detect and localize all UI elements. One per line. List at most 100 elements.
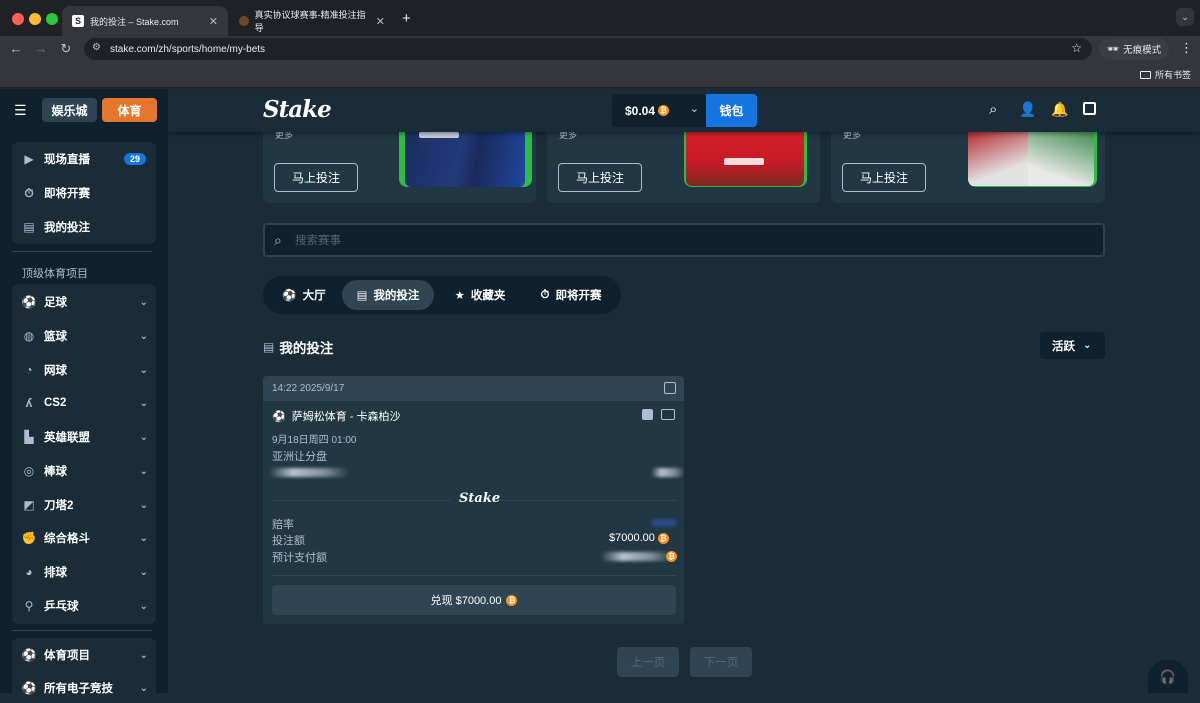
sidebar-item-sports[interactable]: ⚽ 体育项目 ⌄: [12, 640, 156, 670]
incognito-badge[interactable]: 🕶 无痕模式: [1099, 38, 1170, 60]
table-tennis-icon: ⚲: [24, 599, 34, 613]
notification-bell-icon[interactable]: 🔔: [1051, 101, 1068, 118]
close-tab-icon[interactable]: ✕: [209, 15, 218, 28]
sidebar-item-my-bets[interactable]: ▤ 我的投注: [12, 212, 156, 242]
bet-now-button[interactable]: 马上投注: [842, 163, 926, 192]
folder-icon: [1140, 70, 1151, 79]
bet-card[interactable]: 14:22 2025/9/17 ⚽ 萨姆松体育 - 卡森柏沙 9月18日周四 0…: [263, 376, 684, 624]
user-icon[interactable]: 👤: [1019, 101, 1036, 118]
tab-search-icon[interactable]: ⌄: [1176, 8, 1194, 26]
search-input[interactable]: ⌕ 搜索赛事: [263, 223, 1105, 257]
site-settings-icon[interactable]: ⚙: [92, 42, 101, 53]
sidebar-item-table-tennis[interactable]: ⚲ 乒乓球 ⌄: [12, 591, 156, 621]
sidebar-item-lol[interactable]: ▙ 英雄联盟 ⌄: [12, 422, 156, 452]
stats-icon[interactable]: [642, 409, 653, 420]
promo-image-players: [684, 130, 807, 187]
back-icon[interactable]: ←: [8, 41, 24, 56]
sidebar-item-dota2[interactable]: ◩ 刀塔2 ⌄: [12, 490, 156, 520]
sidebar-item-live[interactable]: ▶ 现场直播 29: [12, 144, 156, 174]
site-header: Stake $0.04 ₿ ⌄ 钱包 ⌕ 👤 🔔: [168, 89, 1200, 132]
bitcoin-icon: ₿: [506, 594, 518, 606]
lobby-icon: ⚽: [282, 290, 297, 302]
redacted-payout: [601, 552, 673, 561]
status-filter-dropdown[interactable]: 活跃 ⌄: [1040, 332, 1105, 359]
tab-upcoming[interactable]: ⏱ 即将开赛: [525, 280, 617, 310]
browser-tab[interactable]: 真实协议球赛事-精准投注指导 ✕: [229, 6, 395, 36]
chevron-down-icon: ⌄: [139, 499, 148, 511]
tab-title: 我的投注 – Stake.com: [90, 16, 179, 27]
minimize-window-button[interactable]: [29, 13, 41, 25]
stake-logo[interactable]: Stake: [263, 96, 332, 123]
bookmark-star-icon[interactable]: ☆: [1071, 41, 1082, 55]
receipt-icon[interactable]: [664, 382, 676, 394]
live-support-icon[interactable]: 🎧: [1148, 660, 1188, 693]
redacted-odds: [651, 468, 684, 477]
bookmarks-bar: [0, 62, 1200, 88]
chevron-down-icon: ⌄: [139, 600, 148, 612]
stake-card-logo: Stake: [459, 491, 501, 506]
sports-icon: ⚽: [21, 648, 37, 662]
reload-icon[interactable]: ↻: [58, 41, 74, 57]
bet-market: 亚洲让分盘: [272, 451, 327, 463]
next-page-button[interactable]: 下一页: [690, 647, 752, 677]
sidebar-item-soccer[interactable]: ⚽ 足球 ⌄: [12, 287, 156, 317]
sidebar-item-basketball[interactable]: ◍ 篮球 ⌄: [12, 321, 156, 351]
incognito-icon: 🕶: [1107, 43, 1120, 55]
cs2-icon: ʎ: [25, 396, 33, 410]
casino-tab[interactable]: 娱乐城: [42, 98, 97, 122]
chevron-down-icon: ⌄: [139, 465, 148, 477]
new-tab-icon[interactable]: +: [402, 10, 411, 27]
close-window-button[interactable]: [12, 13, 24, 25]
url-input[interactable]: ⚙ stake.com/zh/sports/home/my-bets ☆: [84, 38, 1092, 60]
sidebar-section-title: 顶级体育项目: [22, 268, 88, 280]
chevron-down-icon: ⌄: [139, 649, 148, 661]
scoreboard-icon[interactable]: [661, 409, 675, 420]
tab-my-bets[interactable]: ▤ 我的投注: [342, 280, 434, 310]
sports-tab[interactable]: 体育: [102, 98, 157, 122]
chevron-down-icon: ⌄: [689, 103, 699, 115]
promo-image-players: [399, 130, 532, 187]
prev-page-button[interactable]: 上一页: [617, 647, 679, 677]
cashout-button[interactable]: 兑现 $7000.00 ₿: [272, 585, 676, 615]
url-text: stake.com/zh/sports/home/my-bets: [110, 43, 266, 55]
chevron-down-icon: ⌄: [139, 330, 148, 342]
chevron-down-icon: ⌄: [139, 296, 148, 308]
close-tab-icon[interactable]: ✕: [376, 15, 385, 28]
sidebar-item-tennis[interactable]: ◔ 网球 ⌄: [12, 355, 156, 385]
tab-lobby[interactable]: ⚽ 大厅: [269, 280, 339, 310]
tab-title: 真实协议球赛事-精准投注指导: [254, 10, 366, 33]
browser-tab-bar: S 我的投注 – Stake.com ✕ 真实协议球赛事-精准投注指导 ✕ + …: [0, 0, 1200, 36]
bets-icon: ▤: [356, 290, 368, 302]
betslip-panel-icon[interactable]: [1083, 102, 1096, 115]
sidebar-divider: [12, 251, 152, 252]
browser-tab-active[interactable]: S 我的投注 – Stake.com ✕: [62, 6, 228, 36]
wallet-button[interactable]: 钱包: [706, 94, 757, 127]
redacted-selection: [269, 468, 349, 477]
browser-menu-icon[interactable]: ⋮: [1180, 40, 1193, 56]
stopwatch-icon: ⏱: [540, 288, 550, 301]
balance-selector[interactable]: $0.04 ₿ ⌄: [612, 94, 707, 127]
divider: [272, 575, 676, 576]
bet-card-header: 14:22 2025/9/17: [263, 376, 684, 401]
sidebar-item-mma[interactable]: ✊ 综合格斗 ⌄: [12, 523, 156, 553]
bet-now-button[interactable]: 马上投注: [274, 163, 358, 192]
tab-favorites[interactable]: ★ 收藏夹: [439, 280, 521, 310]
chevron-down-icon: ⌄: [139, 364, 148, 376]
search-icon[interactable]: ⌕: [989, 101, 997, 118]
match-title[interactable]: ⚽ 萨姆松体育 - 卡森柏沙: [272, 408, 400, 424]
sidebar-item-baseball[interactable]: ◎ 棒球 ⌄: [12, 456, 156, 486]
zoom-window-button[interactable]: [46, 13, 58, 25]
chevron-down-icon: ⌄: [1083, 340, 1092, 351]
sidebar-item-cs2[interactable]: ʎ CS2 ⌄: [12, 388, 156, 418]
soccer-ball-icon: ⚽: [272, 410, 286, 423]
bet-now-button[interactable]: 马上投注: [558, 163, 642, 192]
stopwatch-icon: ⏱: [24, 185, 34, 200]
sidebar-divider: [12, 630, 152, 631]
sidebar-item-volleyball[interactable]: ◕ 排球 ⌄: [12, 557, 156, 587]
all-bookmarks-button[interactable]: 所有书签: [1140, 68, 1191, 81]
live-icon: ▶: [24, 152, 34, 166]
sidebar-item-upcoming[interactable]: ⏱ 即将开赛: [12, 178, 156, 208]
mma-icon: ✊: [21, 531, 37, 545]
menu-icon[interactable]: ☰: [14, 103, 27, 117]
sidebar-item-esports[interactable]: ⚽ 所有电子竞技 ⌄: [12, 673, 156, 703]
